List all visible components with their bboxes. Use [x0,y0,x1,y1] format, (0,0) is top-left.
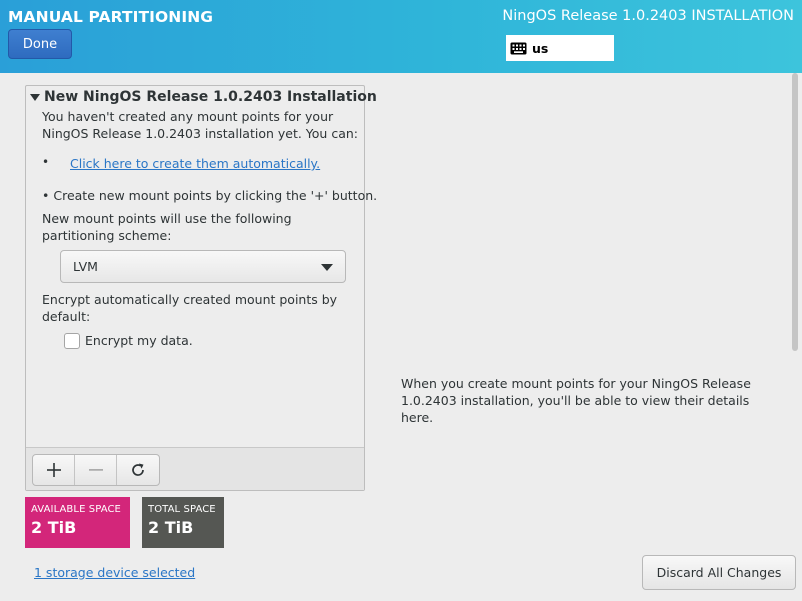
available-space-caption: AVAILABLE SPACE [31,504,121,515]
mount-point-toolbar [26,447,364,490]
storage-devices-link[interactable]: 1 storage device selected [34,565,195,580]
create-mount-points-hint: • Create new mount points by clicking th… [42,188,378,203]
available-space-box: AVAILABLE SPACE 2 TiB [25,497,130,548]
mount-point-button-group [32,454,160,486]
keyboard-layout-label: us [532,40,549,56]
minus-icon [88,469,103,471]
bullet-marker: • [42,155,50,169]
done-button[interactable]: Done [8,29,72,59]
partitioning-scheme-label: New mount points will use the following … [42,211,292,243]
encrypt-checkbox[interactable] [64,333,80,349]
available-space-value: 2 TiB [31,518,77,537]
encrypt-checkbox-label[interactable]: Encrypt my data. [85,333,193,348]
total-space-box: TOTAL SPACE 2 TiB [142,497,224,548]
mount-points-panel: New NingOS Release 1.0.2403 Installation… [25,85,377,491]
discard-all-changes-button[interactable]: Discard All Changes [642,555,796,590]
chevron-down-icon [321,264,333,271]
mount-point-details-placeholder: When you create mount points for your Ni… [401,376,751,425]
remove-mount-point-button[interactable] [75,455,117,485]
plus-icon [46,463,61,477]
encrypt-label: Encrypt automatically created mount poin… [42,292,338,324]
header-bar: MANUAL PARTITIONING NingOS Release 1.0.2… [0,0,802,73]
expander-triangle-icon [30,93,40,101]
release-title: NingOS Release 1.0.2403 INSTALLATION [502,8,794,24]
partitioning-scheme-select[interactable]: LVM [60,250,346,283]
scrollbar[interactable] [792,73,798,351]
refresh-icon [132,463,144,476]
add-mount-point-button[interactable] [33,455,75,485]
total-space-value: 2 TiB [148,518,194,537]
keyboard-layout-indicator[interactable]: us [506,35,614,61]
keyboard-icon [510,42,527,55]
rescan-button[interactable] [117,455,159,485]
partitioning-scheme-value: LVM [73,259,98,274]
installation-group-header[interactable]: New NingOS Release 1.0.2403 Installation [30,89,377,105]
total-space-caption: TOTAL SPACE [148,504,216,515]
intro-text: You haven't created any mount points for… [42,109,358,141]
auto-create-link[interactable]: Click here to create them automatically. [70,156,320,171]
page-title: MANUAL PARTITIONING [8,8,214,26]
installation-group-title: New NingOS Release 1.0.2403 Installation [44,89,377,105]
